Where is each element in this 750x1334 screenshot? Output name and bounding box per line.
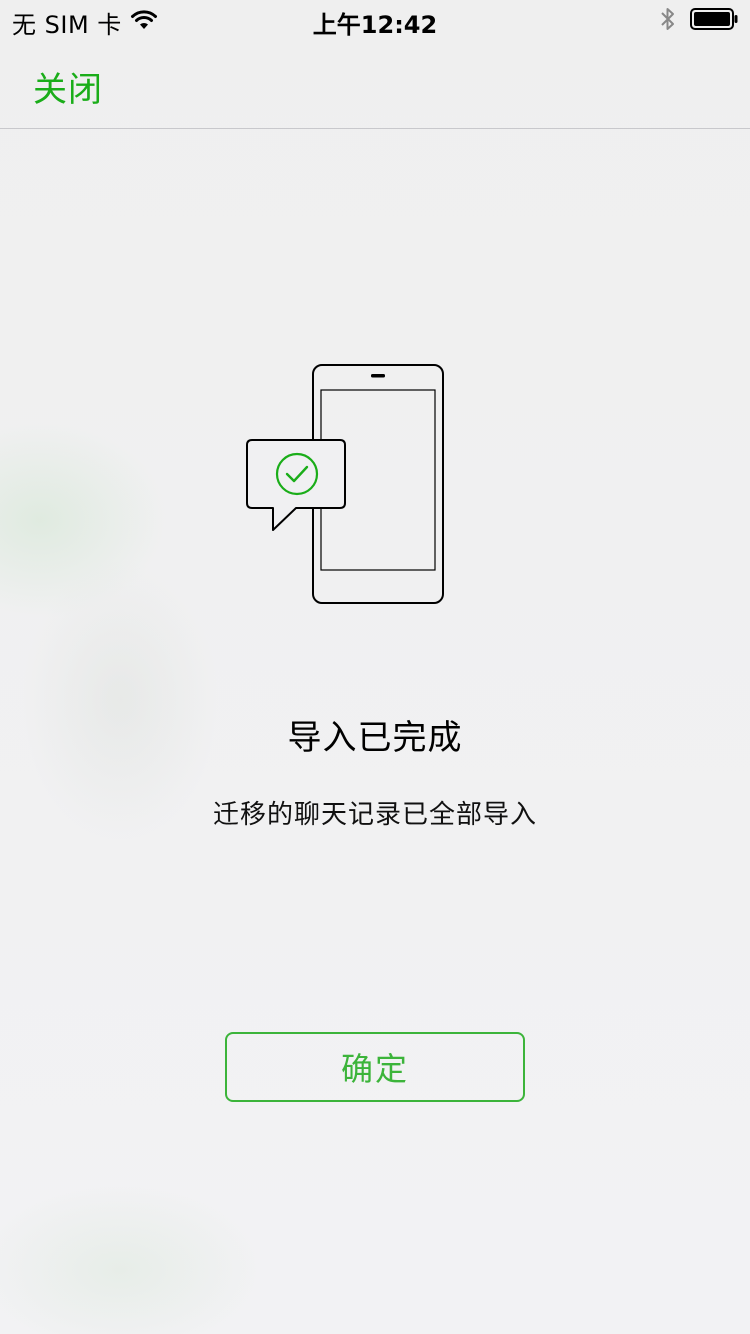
nav-bar: 关闭	[0, 40, 750, 129]
background	[0, 0, 750, 1334]
close-button[interactable]: 关闭	[33, 62, 103, 111]
status-right	[660, 6, 738, 38]
status-bar: 无 SIM 卡 上午12:42	[0, 0, 750, 40]
bluetooth-icon	[660, 6, 676, 38]
battery-icon	[690, 8, 738, 36]
page-subtitle: 迁移的聊天记录已全部导入	[212, 800, 537, 830]
status-time: 上午12:42	[312, 11, 438, 39]
phone-chat-illustration	[246, 364, 446, 604]
confirm-button[interactable]: 确定	[225, 1032, 525, 1102]
page-title: 导入已完成	[287, 718, 463, 758]
